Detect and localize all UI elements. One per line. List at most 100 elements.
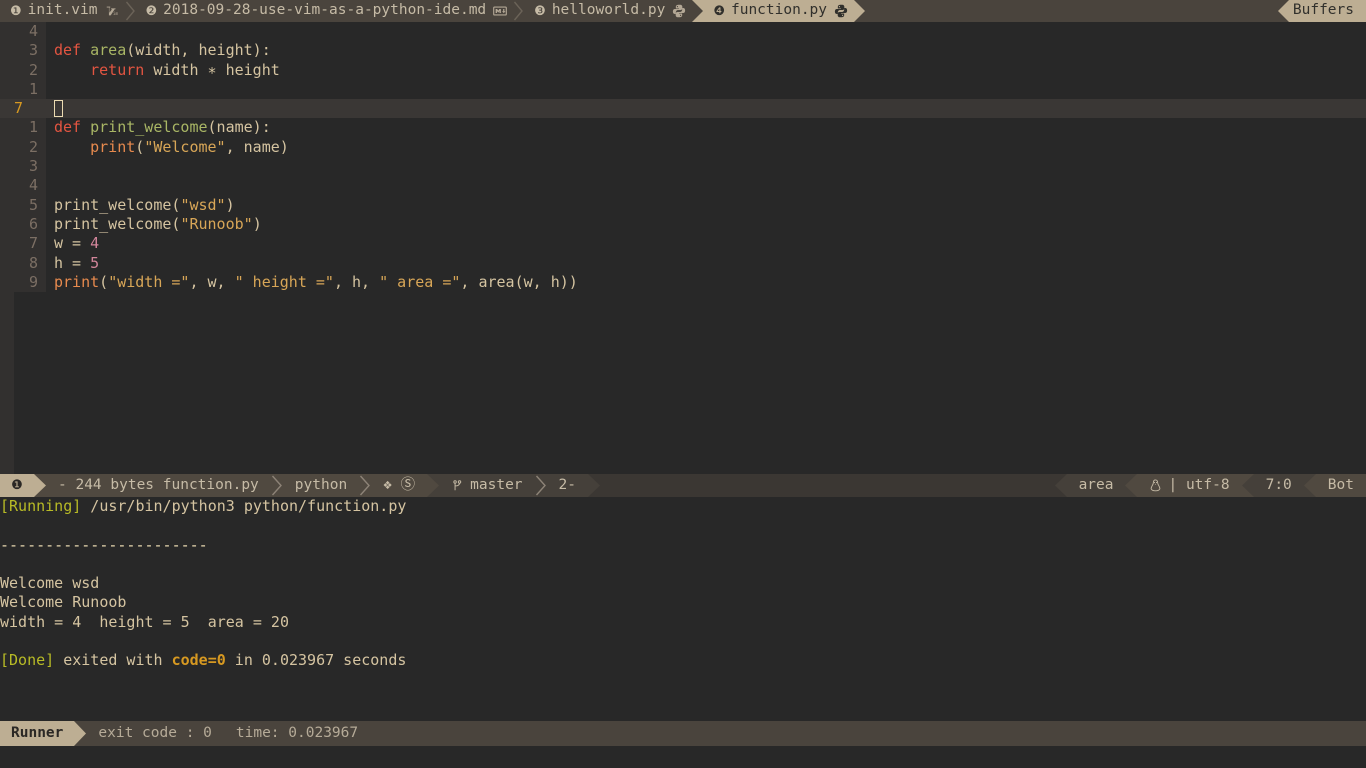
terminal-output-pane[interactable]: [Running] /usr/bin/python3 python/functi… bbox=[0, 497, 1366, 719]
code-token: print_welcome( bbox=[54, 215, 180, 233]
terminal-line: [Running] /usr/bin/python3 python/functi… bbox=[0, 497, 1366, 516]
tab-number-1: ❶ bbox=[10, 5, 22, 18]
code-token: (name): bbox=[208, 118, 271, 136]
code-line[interactable]: 1def print_welcome(name): bbox=[0, 118, 1366, 137]
code-line[interactable]: 7 bbox=[0, 99, 1366, 118]
tabline-spacer bbox=[865, 0, 1278, 22]
buffers-label[interactable]: Buffers bbox=[1289, 0, 1366, 22]
line-number: 4 bbox=[0, 22, 46, 41]
code-line[interactable]: 3def area(width, height): bbox=[0, 41, 1366, 60]
code-token: , name) bbox=[226, 138, 289, 156]
terminal-line: ----------------------- bbox=[0, 536, 1366, 555]
line-text: def area(width, height): bbox=[46, 41, 271, 60]
tab-2[interactable]: ❷2018-09-28-use-vim-as-a-python-ide.md bbox=[136, 0, 514, 22]
code-line[interactable]: 8h = 5 bbox=[0, 254, 1366, 273]
code-line[interactable]: 4 bbox=[0, 22, 1366, 41]
terminal-text: Welcome Runoob bbox=[0, 593, 126, 611]
code-line[interactable]: 2 return width ∗ height bbox=[0, 61, 1366, 80]
terminal-line bbox=[0, 555, 1366, 574]
statusline-mode: ❶ bbox=[0, 474, 34, 497]
statusline: ❶- 244 bytes function.pypython❖ Ⓢmaster2… bbox=[0, 474, 1366, 497]
statusline-chevron-5 bbox=[535, 474, 547, 497]
line-text bbox=[46, 22, 54, 41]
terminal-text: /usr/bin/python3 python/function.py bbox=[81, 497, 406, 515]
statusline-chevron-4 bbox=[427, 474, 439, 497]
svg-text:im: im bbox=[112, 11, 118, 17]
statusline-chevron-7 bbox=[1055, 474, 1067, 497]
statusline-function-context: area bbox=[1067, 474, 1126, 497]
code-token: def bbox=[54, 41, 90, 59]
linux-tux-icon bbox=[1149, 479, 1162, 492]
tab-label-3: helloworld.py bbox=[552, 1, 666, 20]
code-token: "Runoob" bbox=[180, 215, 252, 233]
python-icon bbox=[834, 4, 848, 18]
line-number: 7 bbox=[0, 234, 46, 253]
code-token: ( bbox=[135, 138, 144, 156]
terminal-text: width = 4 height = 5 area = 20 bbox=[0, 613, 289, 631]
terminal-line bbox=[0, 632, 1366, 651]
statusline-branch: master bbox=[439, 474, 534, 497]
buffers-separator bbox=[1278, 0, 1289, 22]
code-line[interactable]: 4 bbox=[0, 176, 1366, 195]
vim-icon: im bbox=[105, 4, 119, 18]
statusline-chevron-6 bbox=[588, 474, 600, 497]
tab-separator-1 bbox=[125, 0, 136, 22]
markdown-icon bbox=[493, 4, 507, 18]
terminal-text: [Done] bbox=[0, 651, 54, 669]
code-editor[interactable]: 43def area(width, height):2 return width… bbox=[0, 22, 1366, 474]
statusline-branch-name: master bbox=[470, 476, 522, 495]
code-line[interactable]: 5print_welcome("wsd") bbox=[0, 196, 1366, 215]
code-line[interactable]: 2 print("Welcome", name) bbox=[0, 138, 1366, 157]
tab-separator-2 bbox=[513, 0, 524, 22]
runner-chevron bbox=[74, 721, 86, 746]
tab-4[interactable]: ❹function.py bbox=[703, 0, 854, 22]
code-line[interactable]: 1 bbox=[0, 80, 1366, 99]
code-token: print bbox=[90, 138, 135, 156]
terminal-text: exited with bbox=[54, 651, 171, 669]
line-number: 1 bbox=[0, 118, 46, 137]
statusline-spacer bbox=[600, 474, 1055, 497]
code-line[interactable]: 6print_welcome("Runoob") bbox=[0, 215, 1366, 234]
terminal-text: code=0 bbox=[172, 651, 226, 669]
tab-number-2: ❷ bbox=[146, 5, 158, 18]
code-line[interactable]: 7w = 4 bbox=[0, 234, 1366, 253]
code-token: "wsd" bbox=[180, 196, 225, 214]
line-number: 4 bbox=[0, 176, 46, 195]
runner-exit-code: exit code : 0 bbox=[86, 721, 224, 746]
code-token: print_welcome bbox=[90, 118, 207, 136]
code-token: , h, bbox=[334, 273, 379, 291]
code-token: return bbox=[90, 61, 144, 79]
runner-time: time: 0.023967 bbox=[224, 721, 370, 746]
code-token: ) bbox=[226, 196, 235, 214]
python-icon bbox=[672, 4, 686, 18]
code-token: "Welcome" bbox=[144, 138, 225, 156]
statusline-diff: 2- bbox=[547, 474, 588, 497]
tab-3[interactable]: ❸ helloworld.py bbox=[524, 0, 692, 22]
line-number: 9 bbox=[0, 273, 46, 292]
line-text: print("width =", w, " height =", h, " ar… bbox=[46, 273, 578, 292]
terminal-text: in 0.023967 seconds bbox=[226, 651, 407, 669]
tab-number-3: ❸ bbox=[534, 5, 546, 18]
code-token: h = bbox=[54, 254, 90, 272]
statusline-chevron-8 bbox=[1125, 474, 1137, 497]
statusline-filetype: python bbox=[283, 474, 359, 497]
runner-statusline: Runnerexit code : 0time: 0.023967 bbox=[0, 721, 1366, 746]
code-token: , area(w, h)) bbox=[460, 273, 577, 291]
line-text: print("Welcome", name) bbox=[46, 138, 289, 157]
code-line[interactable]: 9print("width =", w, " height =", h, " a… bbox=[0, 273, 1366, 292]
statusline-chevron-2 bbox=[271, 474, 283, 497]
terminal-text: Welcome wsd bbox=[0, 574, 99, 592]
line-text: w = 4 bbox=[46, 234, 99, 253]
terminal-text: ----------------------- bbox=[0, 536, 208, 554]
statusline-signs: ❖ Ⓢ bbox=[371, 474, 427, 497]
code-token: print bbox=[54, 273, 99, 291]
line-text: return width ∗ height bbox=[46, 61, 280, 80]
code-body[interactable]: 43def area(width, height):2 return width… bbox=[0, 22, 1366, 292]
code-token: ∗ bbox=[208, 61, 217, 79]
code-token: ( bbox=[99, 273, 108, 291]
line-number: 1 bbox=[0, 80, 46, 99]
line-text: print_welcome("wsd") bbox=[46, 196, 235, 215]
tab-1[interactable]: ❶init.vimim bbox=[0, 0, 125, 22]
code-line[interactable]: 3 bbox=[0, 157, 1366, 176]
terminal-line: width = 4 height = 5 area = 20 bbox=[0, 613, 1366, 632]
